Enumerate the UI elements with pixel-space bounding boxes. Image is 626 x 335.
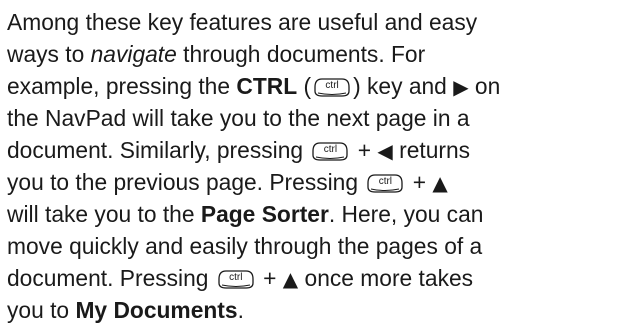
bold-page-sorter: Page Sorter	[200, 201, 329, 227]
text-run: Among these key features are useful and …	[7, 9, 478, 35]
text-line: document. Similarly, pressing ctrl + ◀ r…	[7, 134, 619, 166]
text-line: Among these key features are useful and …	[7, 6, 619, 38]
text-line: you to My Documents.	[7, 294, 619, 326]
text-run: (	[297, 73, 312, 99]
text-line: move quickly and easily through the page…	[7, 230, 619, 262]
ctrl-key-label: ctrl	[229, 272, 243, 283]
text-run: ) key and	[353, 73, 454, 99]
text-run: on	[468, 73, 501, 99]
text-run: returns	[392, 137, 471, 163]
plus-sign: +	[256, 265, 283, 291]
bold-ctrl: CTRL	[236, 73, 298, 99]
plus-sign: +	[406, 169, 433, 195]
text-run: you to the previous page. Pressing	[7, 169, 365, 195]
bold-my-documents: My Documents	[75, 297, 238, 323]
document-paragraph: Among these key features are useful and …	[7, 6, 619, 326]
ctrl-key-label: ctrl	[325, 80, 339, 91]
emphasis-navigate: navigate	[90, 41, 177, 67]
left-arrow-icon: ◀	[377, 139, 393, 163]
up-arrow-icon: ▲	[432, 171, 448, 195]
text-line: the NavPad will take you to the next pag…	[7, 102, 619, 134]
text-run: . Here, you can	[328, 201, 484, 227]
text-run: once more takes	[298, 265, 474, 291]
text-line: you to the previous page. Pressing ctrl …	[7, 166, 619, 198]
text-line: will take you to the Page Sorter. Here, …	[7, 198, 619, 230]
ctrl-key-icon: ctrl	[217, 269, 255, 289]
text-line: example, pressing the CTRL ( ctrl ) key an…	[7, 70, 619, 102]
ctrl-key-label: ctrl	[378, 176, 393, 187]
text-run: will take you to the	[7, 201, 201, 227]
text-run: the NavPad will take you to the next pag…	[7, 105, 470, 131]
ctrl-key-icon: ctrl	[313, 77, 351, 97]
text-line: ways to navigate through documents. For	[7, 38, 619, 70]
ctrl-key-label: ctrl	[323, 144, 338, 155]
text-run: you to	[7, 297, 76, 323]
text-run: document. Pressing	[7, 265, 215, 291]
text-run: through documents. For	[176, 41, 426, 67]
text-run: example, pressing the	[7, 73, 237, 99]
text-run: document. Similarly, pressing	[7, 137, 310, 163]
plus-sign: +	[351, 137, 378, 163]
ctrl-key-icon: ctrl	[366, 173, 404, 193]
text-run: move quickly and easily through the page…	[7, 233, 483, 259]
text-run: ways to	[7, 41, 91, 67]
right-arrow-icon: ▶	[453, 75, 469, 99]
text-run: .	[237, 297, 244, 323]
text-line: document. Pressing ctrl + ▲ once more ta…	[7, 262, 619, 294]
up-arrow-icon: ▲	[282, 267, 299, 291]
ctrl-key-icon: ctrl	[311, 141, 349, 161]
